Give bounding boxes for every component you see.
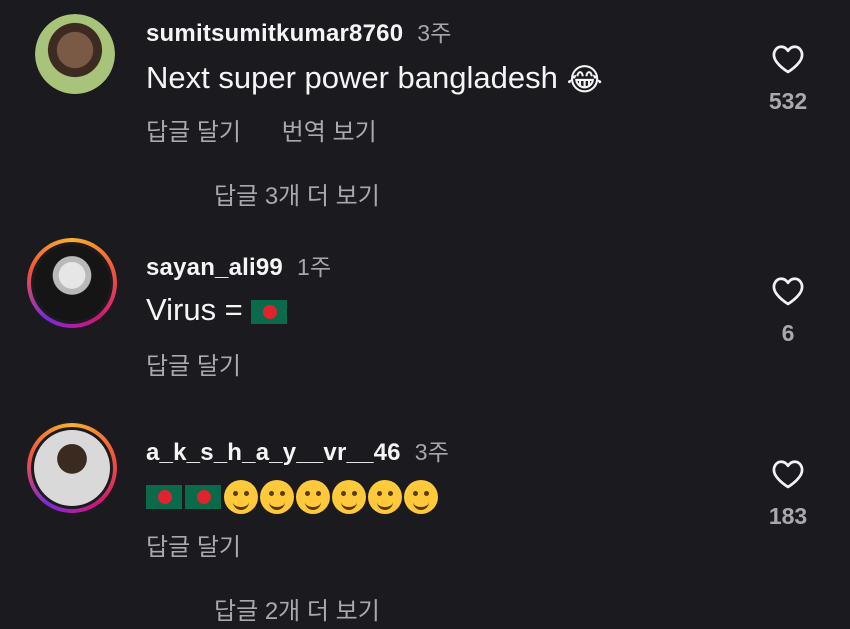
comment-author[interactable]: sumitsumitkumar8760 3주 — [146, 14, 452, 48]
woozy-face-emoji — [260, 479, 294, 514]
like-count: 532 — [768, 88, 808, 114]
like-button[interactable]: 183 — [758, 459, 818, 530]
avatar[interactable] — [35, 14, 115, 94]
sneezing-face-emoji — [368, 479, 402, 514]
view-more-replies-button[interactable]: 답글 2개 더 보기 — [214, 591, 380, 626]
username[interactable]: sumitsumitkumar8760 — [146, 20, 403, 47]
avatar-image — [35, 14, 115, 94]
bangladesh-flag-icon — [251, 299, 288, 324]
comment-actions: 답글 달기 — [146, 346, 275, 381]
avatar-image — [34, 430, 110, 506]
comment-text — [146, 477, 440, 514]
avatar-ring — [31, 427, 113, 509]
comment-actions: 답글 달기 — [146, 527, 275, 562]
comment-text: Next super power bangladesh 😂 — [146, 60, 605, 98]
comment-item: a_k_s_h_a_y__vr__46 3주 답글 달기 183 답글 2개 더 … — [0, 415, 850, 629]
avatar[interactable] — [27, 238, 117, 328]
comment-author[interactable]: a_k_s_h_a_y__vr__46 3주 — [146, 433, 449, 467]
username[interactable]: a_k_s_h_a_y__vr__46 — [146, 439, 401, 466]
view-more-replies-button[interactable]: 답글 3개 더 보기 — [214, 176, 380, 211]
reply-button[interactable]: 답글 달기 — [146, 119, 241, 146]
like-count: 6 — [781, 320, 795, 346]
comment-time: 3주 — [417, 20, 452, 46]
avatar-image — [34, 245, 110, 321]
comment-text-content: Virus = — [146, 292, 243, 327]
heart-outline-icon — [772, 45, 804, 74]
rofl-emoji — [224, 479, 258, 514]
comment-item: sayan_ali99 1주 Virus = 답글 달기 6 — [0, 230, 850, 410]
reply-button[interactable]: 답글 달기 — [146, 534, 241, 561]
sneezing-face-emoji — [332, 479, 366, 514]
translate-button[interactable]: 번역 보기 — [282, 119, 377, 146]
bangladesh-flag-icon — [185, 484, 221, 509]
avatar-ring — [31, 242, 113, 324]
username[interactable]: sayan_ali99 — [146, 254, 283, 281]
woozy-face-emoji — [296, 479, 330, 514]
comment-text-content: Next super power bangladesh — [146, 60, 558, 95]
heart-outline-icon — [772, 460, 804, 489]
like-button[interactable]: 6 — [758, 276, 818, 347]
comment-actions: 답글 달기 번역 보기 — [146, 112, 411, 147]
comment-time: 3주 — [414, 439, 450, 465]
comment-item: sumitsumitkumar8760 3주 Next super power b… — [0, 0, 850, 215]
comment-text: Virus = — [146, 292, 290, 328]
comment-author[interactable]: sayan_ali99 1주 — [146, 248, 331, 282]
heart-outline-icon — [772, 277, 804, 306]
like-count: 183 — [768, 503, 808, 529]
sneezing-face-emoji — [404, 479, 438, 514]
reply-button[interactable]: 답글 달기 — [146, 353, 241, 380]
like-button[interactable]: 532 — [758, 44, 818, 115]
bangladesh-flag-icon — [146, 484, 182, 509]
laughing-emoji: 😂 — [566, 61, 603, 97]
comment-time: 1주 — [296, 254, 332, 280]
avatar[interactable] — [27, 423, 117, 513]
